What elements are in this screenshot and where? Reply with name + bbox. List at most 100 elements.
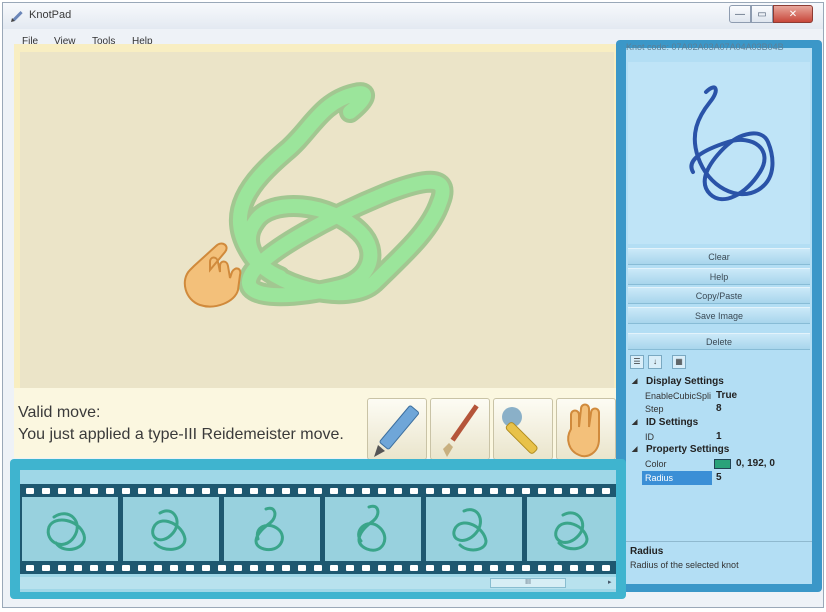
film-sprocket xyxy=(186,565,194,571)
film-sprocket xyxy=(410,565,418,571)
scroll-thumb[interactable]: III xyxy=(490,578,566,588)
prop-value-step[interactable]: 8 xyxy=(716,403,722,414)
film-sprocket xyxy=(394,488,402,494)
prop-name-step: Step xyxy=(645,404,664,414)
pencil-icon xyxy=(374,405,419,457)
knot-thumbnail-curve xyxy=(46,512,86,551)
film-sprocket xyxy=(378,565,386,571)
film-sprocket xyxy=(106,488,114,494)
collapse-arrow-icon[interactable]: ◢ xyxy=(632,377,637,385)
display-settings-category[interactable]: ◢ Display Settings xyxy=(628,375,810,389)
film-sprocket xyxy=(506,488,514,494)
film-sprocket xyxy=(346,488,354,494)
scroll-right-arrow-icon[interactable]: ▸ xyxy=(608,578,612,586)
description-text: Radius of the selected knot xyxy=(630,560,739,570)
save-image-button[interactable]: Save Image xyxy=(628,307,810,324)
film-sprocket xyxy=(330,488,338,494)
film-sprocket xyxy=(218,565,226,571)
knot-thumbnail-curve xyxy=(554,511,589,551)
brush-tool-button[interactable] xyxy=(430,398,490,460)
id-settings-category[interactable]: ◢ ID Settings xyxy=(628,416,810,430)
wrench-tool-button[interactable] xyxy=(493,398,553,460)
film-frame[interactable] xyxy=(123,497,219,561)
prop-row-color[interactable]: Color 0, 192, 0 xyxy=(628,457,810,471)
prop-name-enable-cubic: EnableCubicSpli xyxy=(645,391,712,401)
film-sprocket xyxy=(154,565,162,571)
film-sprocket xyxy=(314,488,322,494)
status-title: Valid move: xyxy=(18,404,101,421)
collapse-arrow-icon[interactable]: ◢ xyxy=(632,418,637,426)
knot-thumbnail-curve xyxy=(151,509,187,551)
film-frame[interactable] xyxy=(22,497,118,561)
help-button[interactable]: Help xyxy=(628,268,810,285)
prop-row-step[interactable]: Step 8 xyxy=(628,402,810,416)
delete-button[interactable]: Delete xyxy=(628,333,810,350)
film-sprocket xyxy=(362,488,370,494)
minimize-button[interactable]: — xyxy=(729,5,751,23)
film-sprocket xyxy=(266,488,274,494)
film-frame[interactable] xyxy=(224,497,320,561)
prop-value-radius[interactable]: 5 xyxy=(716,472,722,483)
film-sprocket xyxy=(106,565,114,571)
film-sprocket xyxy=(570,488,578,494)
film-sprocket xyxy=(554,488,562,494)
prop-value-color[interactable]: 0, 192, 0 xyxy=(736,458,775,469)
hand-tool-button[interactable] xyxy=(556,398,616,460)
knot-thumbnail-curve xyxy=(357,504,387,552)
property-pages-icon[interactable]: ▦ xyxy=(672,355,686,369)
film-sprocket xyxy=(122,488,130,494)
hand-icon xyxy=(567,403,600,458)
pencil-tool-button[interactable] xyxy=(367,398,427,460)
collapse-arrow-icon[interactable]: ◢ xyxy=(632,445,637,453)
knot-drawing[interactable] xyxy=(20,52,614,388)
film-sprocket xyxy=(122,565,130,571)
knot-thumbnail-curve xyxy=(452,508,488,552)
color-swatch[interactable] xyxy=(714,459,731,469)
clear-button[interactable]: Clear xyxy=(628,248,810,265)
knot-thumbnail xyxy=(46,512,86,551)
drawing-canvas[interactable] xyxy=(20,52,614,388)
copy-paste-button[interactable]: Copy/Paste xyxy=(628,287,810,304)
pointing-hand-icon xyxy=(183,242,242,308)
prop-row-id[interactable]: ID 1 xyxy=(628,430,810,444)
film-sprocket xyxy=(42,565,50,571)
pencil-app-icon xyxy=(11,11,23,22)
film-sprocket xyxy=(90,565,98,571)
film-sprocket xyxy=(410,488,418,494)
film-scrollbar[interactable]: III ▸ xyxy=(20,577,616,589)
film-frame[interactable] xyxy=(527,497,616,561)
window-title: KnotPad xyxy=(29,9,72,21)
film-sprocket xyxy=(426,488,434,494)
status-message: You just applied a type-III Reidemeister… xyxy=(18,426,344,443)
film-sprocket xyxy=(58,565,66,571)
knot-preview xyxy=(628,62,810,244)
prop-row-enable-cubic[interactable]: EnableCubicSpli True xyxy=(628,389,810,403)
film-sprocket xyxy=(362,565,370,571)
film-sprocket xyxy=(586,565,594,571)
film-sprocket xyxy=(570,565,578,571)
prop-name-id: ID xyxy=(645,432,654,442)
film-sprocket xyxy=(58,488,66,494)
knot-thumbnail xyxy=(554,511,589,551)
film-sprocket xyxy=(26,565,34,571)
film-frame[interactable] xyxy=(325,497,421,561)
close-button[interactable]: ✕ xyxy=(773,5,813,23)
prop-row-radius[interactable]: Radius 5 xyxy=(628,471,810,485)
alphabetical-sort-icon[interactable]: ↓ xyxy=(648,355,662,369)
maximize-button[interactable]: ▭ xyxy=(751,5,773,23)
film-sprocket xyxy=(26,488,34,494)
film-sprocket xyxy=(90,488,98,494)
film-sprocket xyxy=(458,565,466,571)
categorized-view-icon[interactable]: ☰ xyxy=(630,355,644,369)
prop-value-id[interactable]: 1 xyxy=(716,431,722,442)
prop-value-enable-cubic[interactable]: True xyxy=(716,390,737,401)
film-frame[interactable] xyxy=(426,497,522,561)
film-sprocket xyxy=(202,488,210,494)
knot-code-header: Knot code: 07A02A03A07A04A03B04B xyxy=(626,42,784,52)
film-sprocket xyxy=(442,488,450,494)
film-sprocket xyxy=(170,565,178,571)
prop-name-radius: Radius xyxy=(645,473,674,483)
film-sprocket xyxy=(202,565,210,571)
film-sprocket xyxy=(506,565,514,571)
property-settings-category[interactable]: ◢ Property Settings xyxy=(628,443,810,457)
